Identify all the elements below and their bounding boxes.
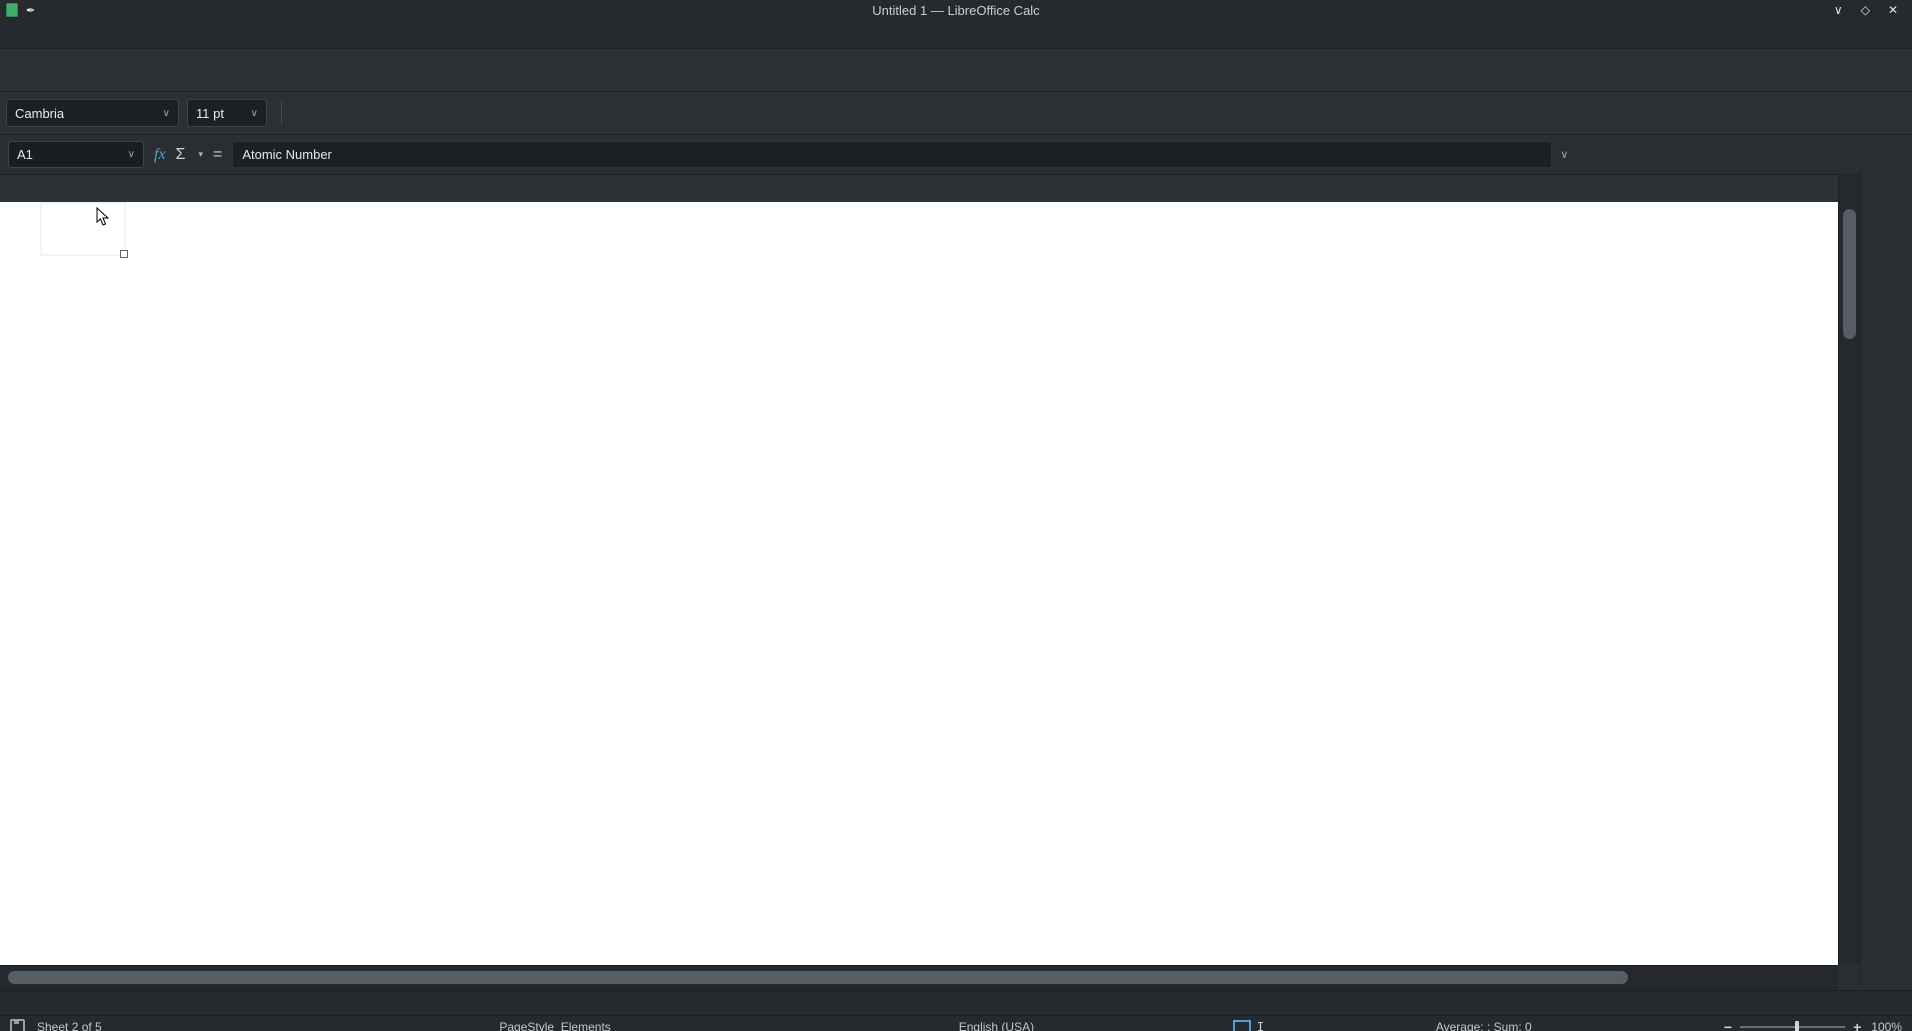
zoom-level: 100%	[1871, 1020, 1902, 1031]
text-language[interactable]: English (USA)	[959, 1020, 1034, 1031]
zoom-slider-thumb[interactable]	[1795, 1021, 1799, 1031]
function-wizard-icon[interactable]: fx	[154, 146, 166, 164]
font-name-combo[interactable]: Cambria ∨	[6, 99, 179, 127]
menubar	[0, 20, 1912, 49]
cell-cursor	[40, 202, 126, 256]
horizontal-scrollbar-thumb[interactable]	[8, 971, 1628, 984]
window-controls: ∨ ◇ ✕	[1834, 0, 1906, 20]
close-button[interactable]: ✕	[1888, 0, 1898, 20]
average-sum: Average: ; Sum: 0	[1436, 1020, 1532, 1031]
document-modified-icon	[10, 1019, 25, 1031]
insert-mode-icon: I	[1257, 1020, 1264, 1031]
chevron-down-icon: ∨	[128, 149, 135, 160]
chevron-down-icon: ∨	[251, 108, 258, 119]
font-size-combo[interactable]: 11 pt ∨	[187, 99, 267, 127]
formula-bar: A1 ∨ fx Σ ▾ = Atomic Number ∨	[0, 135, 1912, 175]
zoom-slider[interactable]: − +	[1724, 1019, 1861, 1031]
spreadsheet-area	[0, 175, 1912, 965]
name-box[interactable]: A1 ∨	[8, 141, 144, 168]
window-title: Untitled 1 — LibreOffice Calc	[0, 3, 1912, 18]
sheet-tab-bar	[0, 990, 1912, 1015]
pin-icon: ✒	[26, 4, 35, 17]
maximize-button[interactable]: ◇	[1861, 0, 1870, 20]
status-bar: Sheet 2 of 5 PageStyle_Elements English …	[0, 1015, 1912, 1031]
selection-mode-icon[interactable]	[1233, 1020, 1251, 1031]
grid	[0, 175, 1838, 965]
chevron-down-icon: ∨	[163, 108, 170, 119]
sum-icon[interactable]: Σ	[176, 146, 186, 164]
titlebar: ✒ Untitled 1 — LibreOffice Calc ∨ ◇ ✕	[0, 0, 1912, 20]
equals-icon[interactable]: =	[213, 146, 222, 164]
separator	[281, 101, 282, 125]
page-style[interactable]: PageStyle_Elements	[499, 1020, 610, 1031]
standard-toolbar	[0, 49, 1912, 92]
vertical-scrollbar-thumb[interactable]	[1843, 209, 1856, 339]
cell-reference: A1	[17, 147, 33, 162]
minimize-button[interactable]: ∨	[1834, 0, 1843, 20]
expand-formula-bar-icon[interactable]: ∨	[1560, 148, 1568, 161]
horizontal-scrollbar[interactable]	[0, 965, 1838, 990]
formatting-toolbar: Cambria ∨ 11 pt ∨	[0, 92, 1912, 135]
libreoffice-calc-window: ✒ Untitled 1 — LibreOffice Calc ∨ ◇ ✕ Camb…	[0, 0, 1912, 1031]
sidebar	[1860, 172, 1912, 986]
vertical-scrollbar[interactable]	[1838, 175, 1861, 965]
formula-input[interactable]: Atomic Number	[232, 141, 1552, 168]
mouse-pointer	[96, 207, 110, 227]
zoom-out-icon[interactable]: −	[1724, 1019, 1732, 1031]
app-icon	[6, 3, 18, 17]
chevron-down-icon[interactable]: ▾	[198, 149, 203, 160]
sheet-info: Sheet 2 of 5	[37, 1020, 102, 1031]
zoom-in-icon[interactable]: +	[1853, 1019, 1861, 1031]
column-headers	[0, 175, 1838, 202]
